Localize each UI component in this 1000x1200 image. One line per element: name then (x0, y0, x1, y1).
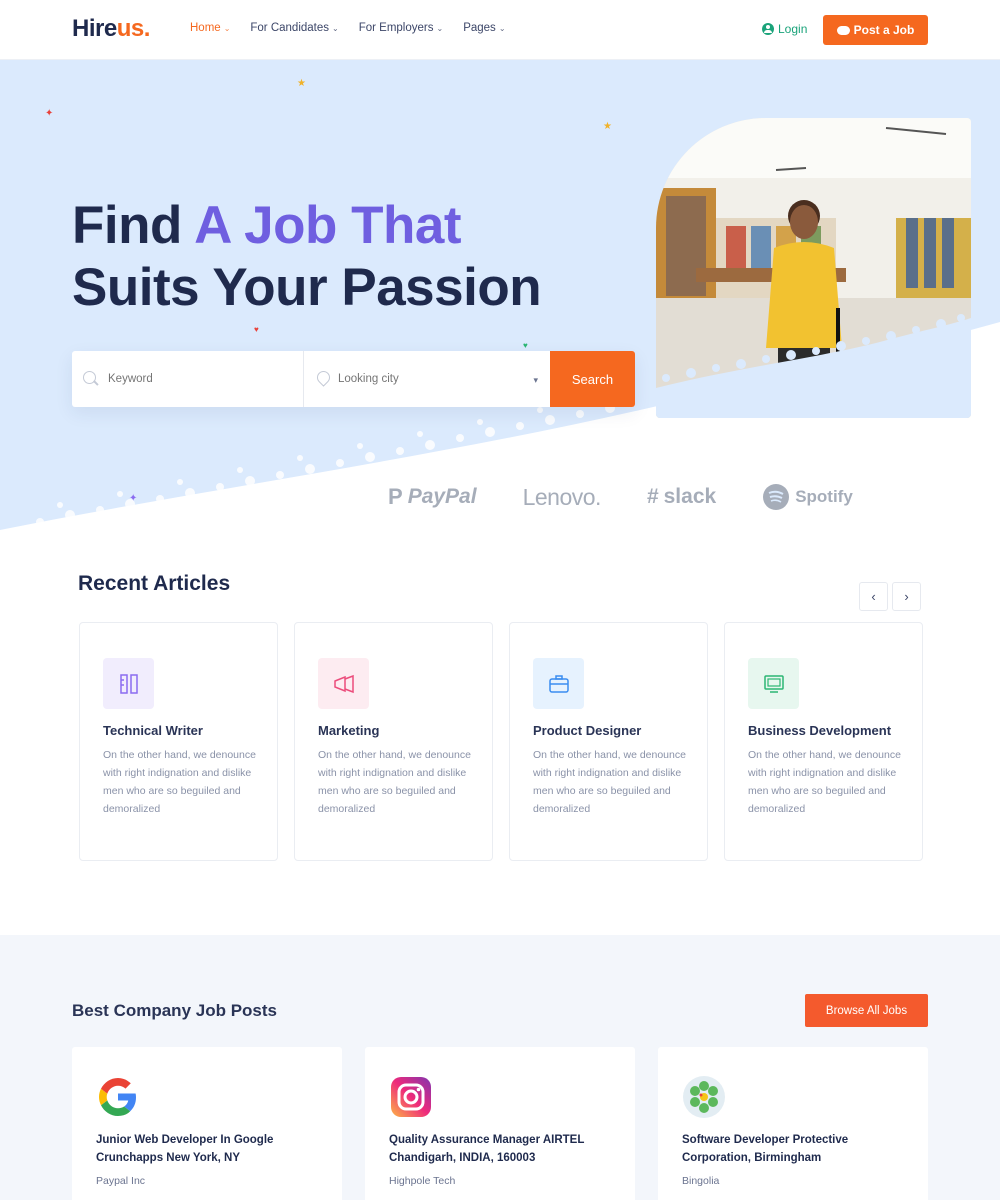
nav-item-home[interactable]: Home ⌄ (190, 22, 230, 34)
monitor-icon (748, 658, 799, 709)
hero-title: Find A Job That Suits Your Passion (72, 196, 542, 317)
article-title: Technical Writer (103, 723, 203, 738)
cloud-upload-icon (836, 25, 850, 35)
article-card[interactable]: Product Designer On the other hand, we d… (509, 622, 708, 861)
recent-articles-title: Recent Articles (78, 572, 231, 595)
article-text: On the other hand, we denounce with righ… (748, 749, 901, 815)
hero-photo (656, 118, 971, 418)
chevron-left-icon: ‹ (871, 589, 876, 604)
job-posts-title: Best Company Job Posts (72, 1001, 277, 1020)
job-search-form: ▾ Search (72, 351, 635, 407)
brand-logos: P PayPal Lenovo. # slack Spotify (388, 483, 853, 511)
article-cards: Technical Writer On the other hand, we d… (79, 622, 923, 861)
login-link[interactable]: Login (762, 22, 807, 36)
star-icon: ★ (603, 121, 612, 132)
job-title[interactable]: Junior Web Developer In Google Crunchapp… (96, 1131, 296, 1167)
job-card[interactable]: Junior Web Developer In Google Crunchapp… (72, 1047, 342, 1200)
article-title: Business Development (748, 723, 892, 738)
star-icon: ★ (297, 78, 306, 89)
sparkle-icon: ✦ (129, 493, 138, 504)
instagram-logo (389, 1075, 433, 1119)
article-title: Marketing (318, 723, 380, 738)
sparkle-icon: ✦ (45, 108, 54, 119)
job-title[interactable]: Software Developer Protective Corporatio… (682, 1131, 882, 1167)
city-input[interactable] (338, 373, 488, 385)
paypal-logo: P PayPal (388, 484, 477, 509)
keyword-field (72, 351, 304, 407)
location-pin-icon (316, 370, 330, 388)
dropdown-caret-icon[interactable]: ▾ (533, 375, 538, 386)
slack-logo: # slack (646, 485, 717, 508)
article-card[interactable]: Business Development On the other hand, … (724, 622, 923, 861)
article-card[interactable]: Marketing On the other hand, we denounce… (294, 622, 493, 861)
prev-arrow-button[interactable]: ‹ (859, 582, 888, 611)
job-company: Bingolia (682, 1175, 720, 1187)
main-nav: Home ⌄ For Candidates ⌄ For Employers ⌄ Pag… (190, 22, 506, 34)
megaphone-icon (318, 658, 369, 709)
article-text: On the other hand, we denounce with righ… (533, 749, 686, 815)
article-title: Product Designer (533, 723, 642, 738)
flower-logo (682, 1075, 726, 1119)
logo[interactable]: Hireus. (72, 15, 150, 43)
search-icon (82, 370, 100, 388)
nav-item-for-candidates[interactable]: For Candidates ⌄ (250, 22, 338, 34)
article-text: On the other hand, we denounce with righ… (318, 749, 471, 815)
ruler-pencil-icon (103, 658, 154, 709)
article-card[interactable]: Technical Writer On the other hand, we d… (79, 622, 278, 861)
hash-icon: # (646, 485, 659, 508)
spotify-logo: Spotify (762, 483, 853, 511)
google-logo (96, 1075, 140, 1119)
chevron-down-icon: ⌄ (498, 23, 506, 33)
lenovo-logo: Lenovo. (522, 483, 602, 510)
job-posts-section: Best Company Job Posts Browse All Jobs J… (0, 935, 1000, 1200)
job-cards: Junior Web Developer In Google Crunchapp… (72, 1047, 928, 1200)
city-field: ▾ (304, 351, 550, 407)
chevron-down-icon: ⌄ (223, 23, 231, 33)
keyword-input[interactable] (108, 373, 258, 385)
job-company: Paypal Inc (96, 1175, 146, 1187)
job-card[interactable]: Quality Assurance Manager AIRTEL Chandig… (365, 1047, 635, 1200)
next-arrow-button[interactable]: › (892, 582, 921, 611)
hero-section: ✦ ★ ★ ♥ ♥ ✦ Find A Job That Suits Your P… (0, 60, 1000, 550)
briefcase-icon (533, 658, 584, 709)
chevron-down-icon: ⌄ (332, 23, 339, 33)
heart-icon: ♥ (523, 341, 528, 350)
user-icon (762, 23, 774, 35)
nav-item-pages[interactable]: Pages ⌄ (463, 22, 505, 34)
job-company: Highpole Tech (389, 1175, 456, 1187)
chevron-down-icon: ⌄ (436, 23, 444, 33)
spotify-icon (763, 484, 790, 510)
article-text: On the other hand, we denounce with righ… (103, 749, 256, 815)
paypal-icon: P (388, 484, 403, 509)
chevron-right-icon: › (904, 589, 909, 604)
post-a-job-button[interactable]: Post a Job (823, 15, 928, 45)
heart-icon: ♥ (254, 325, 259, 334)
photo-wave-mask (656, 314, 971, 418)
job-card[interactable]: Software Developer Protective Corporatio… (658, 1047, 928, 1200)
nav-item-for-employers[interactable]: For Employers ⌄ (359, 22, 443, 34)
browse-all-jobs-button[interactable]: Browse All Jobs (805, 994, 928, 1027)
job-title[interactable]: Quality Assurance Manager AIRTEL Chandig… (389, 1131, 589, 1167)
site-header: Hireus. Home ⌄ For Candidates ⌄ For Employ… (0, 0, 1000, 60)
search-button[interactable]: Search (550, 351, 635, 407)
